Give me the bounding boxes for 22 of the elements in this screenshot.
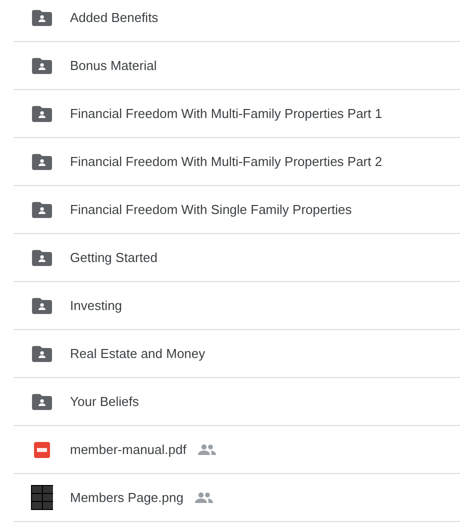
file-name[interactable]: Investing [70,298,122,313]
shared-folder-icon [32,106,52,122]
pdf-icon [34,442,50,458]
file-name[interactable]: Financial Freedom With Multi-Family Properties Part 2 [70,154,382,169]
file-name[interactable]: Getting Started [70,250,158,265]
file-name[interactable]: Financial Freedom With Single Family Properties [70,202,352,217]
file-name[interactable]: Your Beliefs [70,394,139,409]
image-thumbnail-icon [31,485,53,510]
shared-folder-icon [32,250,52,266]
file-name[interactable]: Added Benefits [70,10,158,25]
file-name[interactable]: member-manual.pdf [70,442,186,457]
shared-folder-icon [32,10,52,26]
shared-folder-icon [32,154,52,170]
shared-folder-icon [32,202,52,218]
shared-folder-icon [32,394,52,410]
shared-folder-icon [32,346,52,362]
file-name[interactable]: Real Estate and Money [70,346,206,361]
file-name[interactable]: Members Page.png [70,490,184,505]
shared-folder-icon [32,58,52,74]
shared-folder-icon [32,298,52,314]
file-name[interactable]: Bonus Material [70,58,157,73]
file-name[interactable]: Financial Freedom With Multi-Family Properties Part 1 [70,106,382,121]
